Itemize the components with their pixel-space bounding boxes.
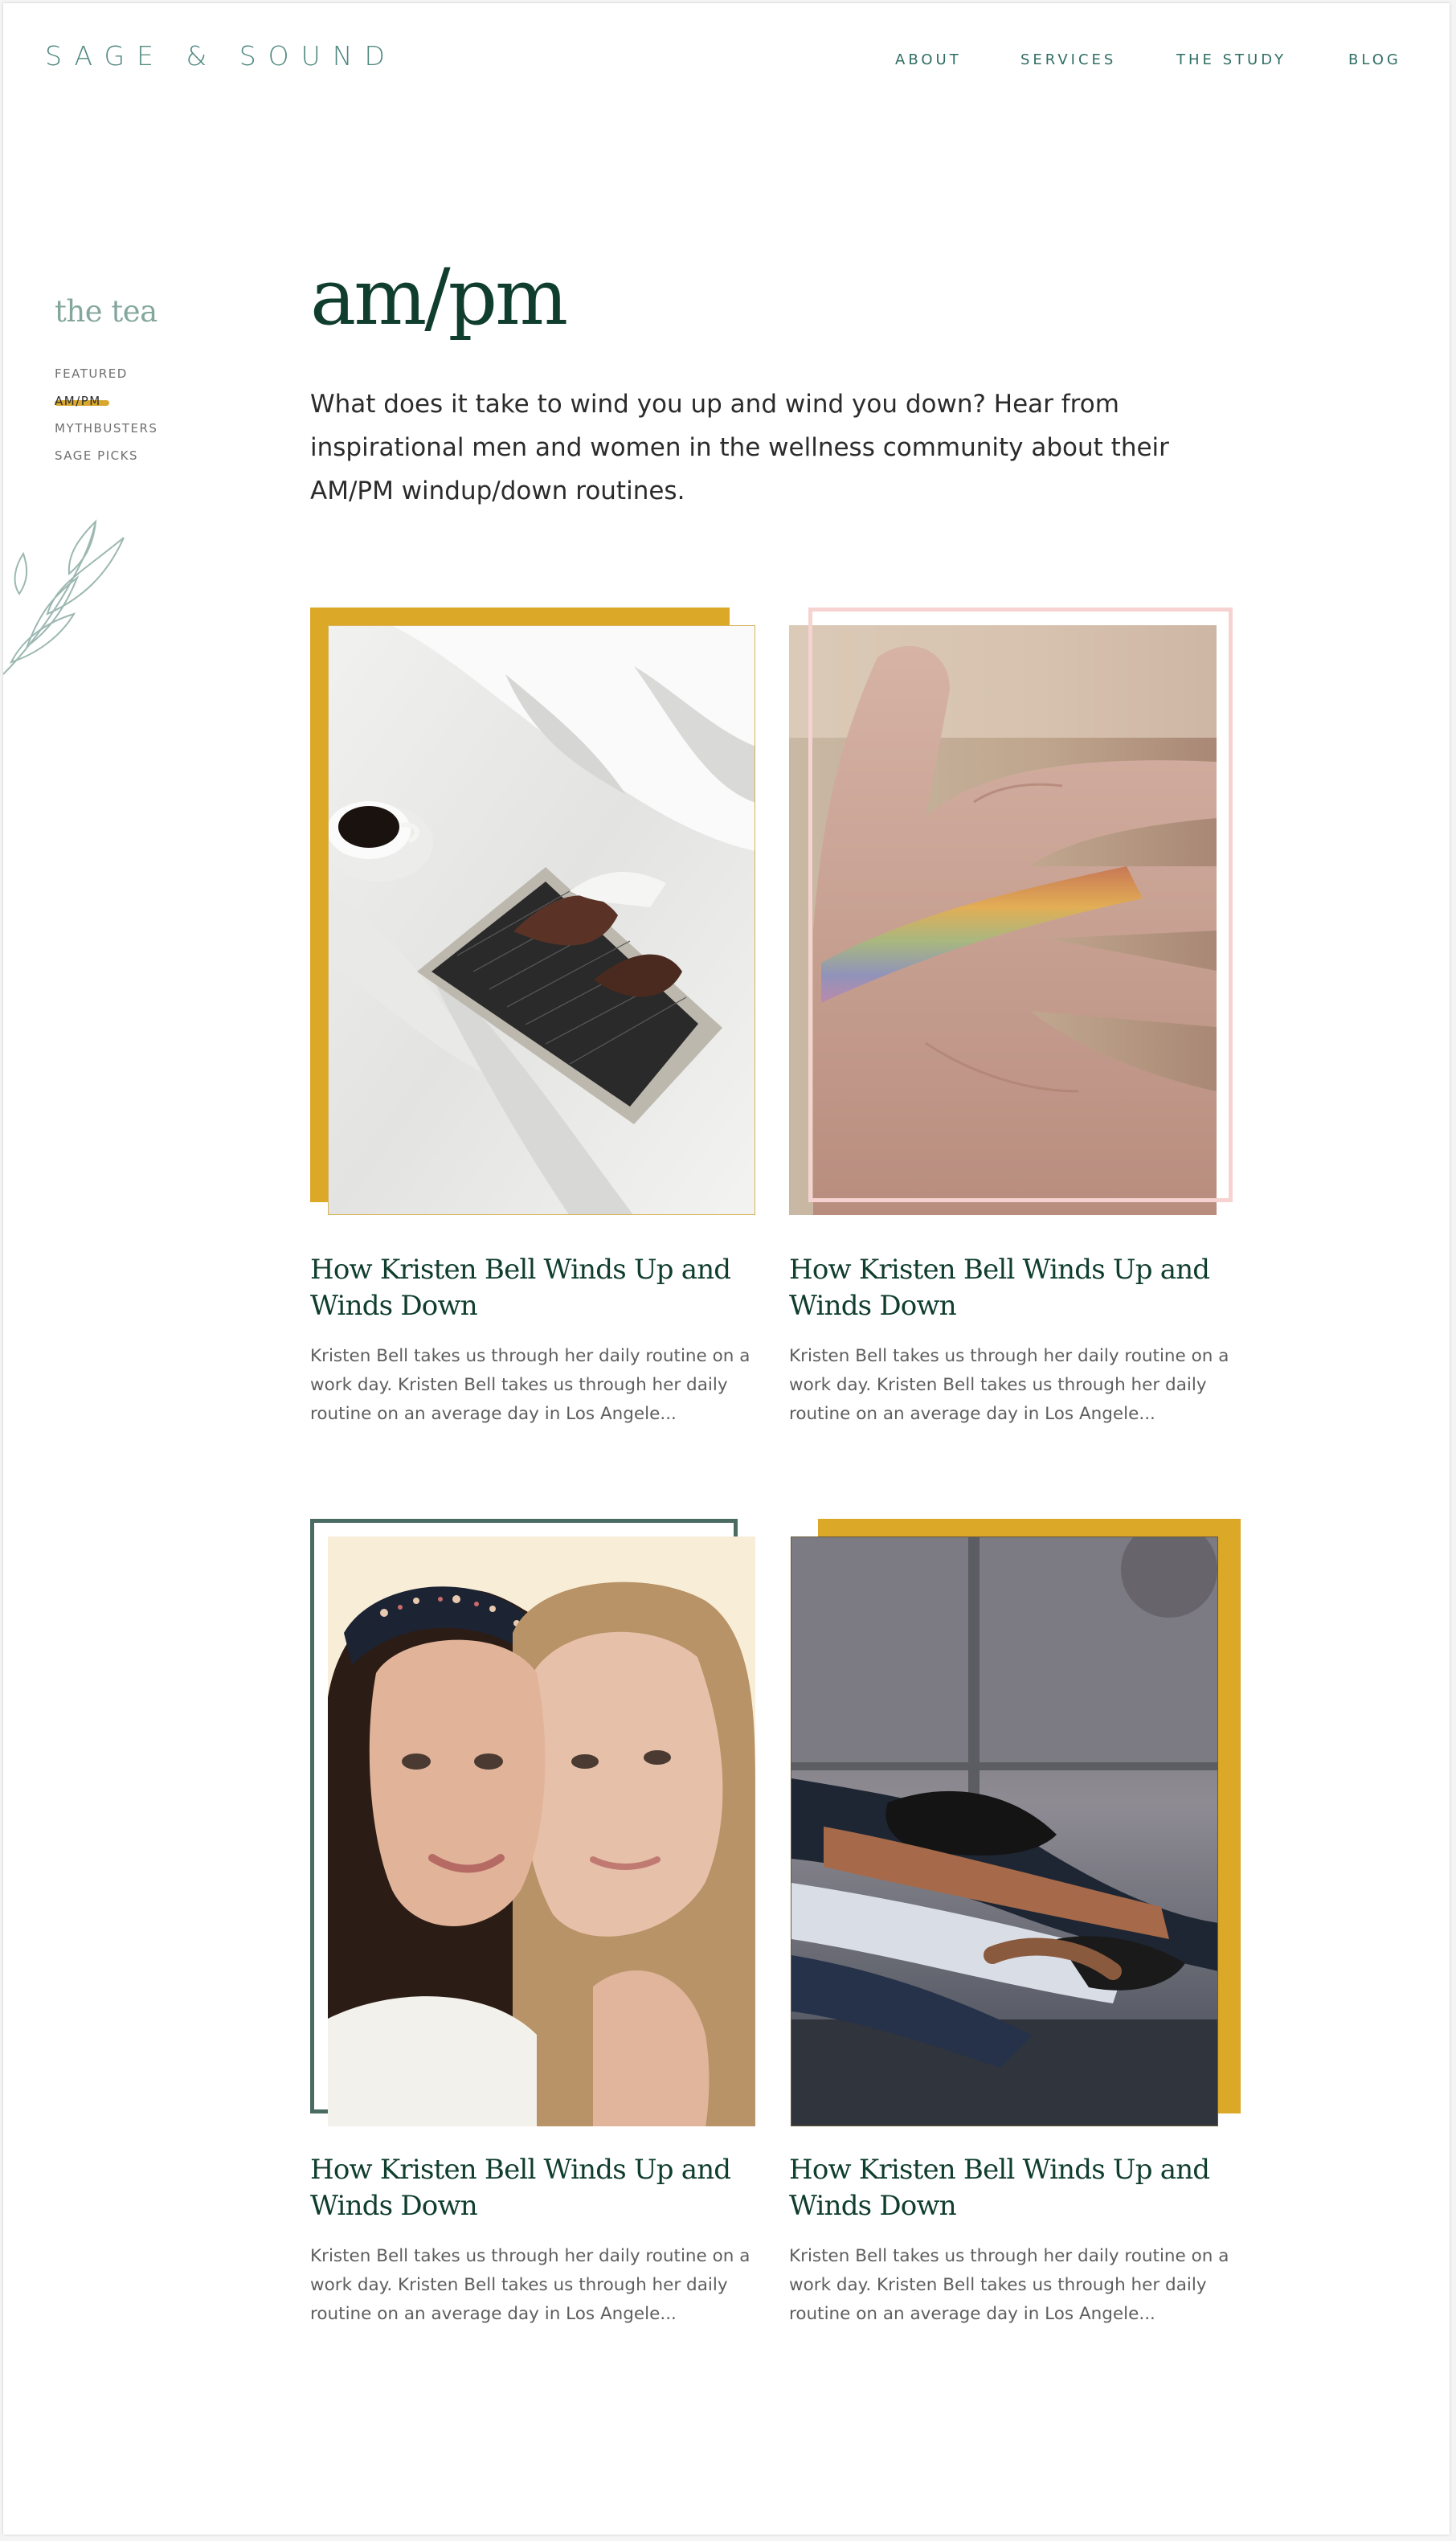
page: SAGE & SOUND ABOUT SERVICES THE STUDY BL… xyxy=(3,3,1450,2535)
post-excerpt: Kristen Bell takes us through her daily … xyxy=(789,2246,1229,2324)
nav-services[interactable]: SERVICES xyxy=(1020,51,1116,68)
sidebar-item-featured[interactable]: FEATURED xyxy=(55,366,128,381)
post-excerpt: Kristen Bell takes us through her daily … xyxy=(310,1346,750,1424)
post-title[interactable]: How Kristen Bell Winds Up and Winds Down xyxy=(789,2152,1239,2224)
nav-blog[interactable]: BLOG xyxy=(1348,51,1401,68)
brand-logo[interactable]: SAGE & SOUND xyxy=(45,40,397,72)
sidebar-item-ampm[interactable]: AM/PM xyxy=(55,394,101,408)
post-title[interactable]: How Kristen Bell Winds Up and Winds Down xyxy=(310,2152,760,2224)
card-frame xyxy=(808,608,1233,1202)
post-title[interactable]: How Kristen Bell Winds Up and Winds Down xyxy=(310,1252,760,1324)
sidebar-title: the tea xyxy=(55,294,157,329)
nav-the-study[interactable]: THE STUDY xyxy=(1176,51,1286,68)
post-excerpt: Kristen Bell takes us through her daily … xyxy=(310,2246,750,2324)
page-intro: What does it take to wind you up and win… xyxy=(310,390,1169,505)
post-title[interactable]: How Kristen Bell Winds Up and Winds Down xyxy=(789,1252,1239,1324)
post-excerpt: Kristen Bell takes us through her daily … xyxy=(789,1346,1229,1424)
leaf-branch-icon xyxy=(3,519,125,675)
sidebar-item-sage-picks[interactable]: SAGE PICKS xyxy=(55,448,138,463)
post-image-laptop-in-bed[interactable] xyxy=(328,625,755,1215)
sidebar-item-mythbusters[interactable]: MYTHBUSTERS xyxy=(55,421,157,436)
nav-about[interactable]: ABOUT xyxy=(895,51,962,68)
post-image-yoga-stretch[interactable] xyxy=(791,1536,1218,2126)
post-image-two-women[interactable] xyxy=(328,1536,755,2126)
page-title: am/pm xyxy=(310,252,568,342)
